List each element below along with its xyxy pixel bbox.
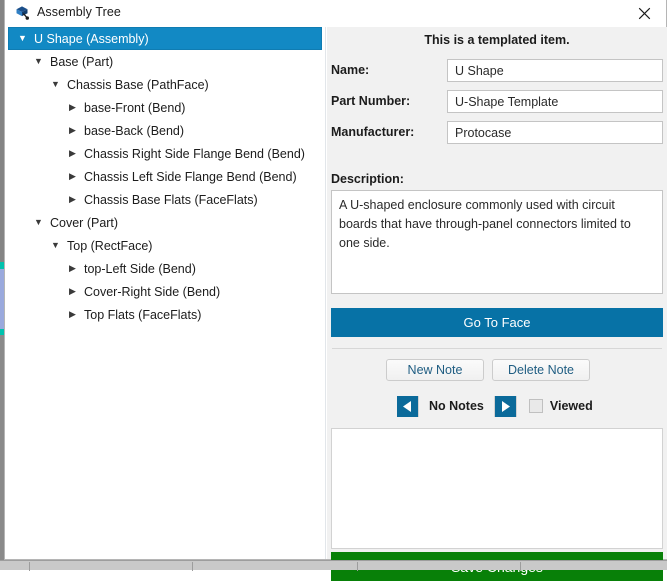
detail-panel: This is a templated item. Name: Part Num… xyxy=(327,27,667,581)
tree-item-label: Base (Part) xyxy=(50,54,114,69)
tree-item-label: Chassis Base Flats (FaceFlats) xyxy=(84,192,258,207)
manufacturer-field-row: Manufacturer: xyxy=(331,121,663,144)
tree-item-label: Chassis Right Side Flange Bend (Bend) xyxy=(84,146,305,161)
close-icon[interactable] xyxy=(622,0,666,27)
notes-section-divider xyxy=(332,348,662,349)
part-number-label: Part Number: xyxy=(331,94,411,108)
viewed-checkbox-group[interactable]: Viewed xyxy=(517,399,593,413)
note-text-area[interactable] xyxy=(331,428,663,549)
viewed-label: Viewed xyxy=(549,399,593,413)
assembly-tree-list[interactable]: ▼ U Shape (Assembly) ▼ Base (Part) ▼ Chassis … xyxy=(6,27,326,559)
viewed-checkbox[interactable] xyxy=(528,399,543,413)
tree-item[interactable]: ▶ base-Front (Bend) xyxy=(6,96,325,119)
note-count-label: No Notes xyxy=(429,399,484,413)
tree-item-label: U Shape (Assembly) xyxy=(34,31,149,46)
window-title: Assembly Tree xyxy=(37,5,121,19)
chevron-right-icon[interactable]: ▶ xyxy=(66,172,79,181)
part-number-input[interactable] xyxy=(447,90,663,113)
manufacturer-label: Manufacturer: xyxy=(331,125,415,139)
delete-note-button[interactable]: Delete Note xyxy=(492,359,590,381)
tree-item-label: Top (RectFace) xyxy=(67,238,153,253)
go-to-face-button[interactable]: Go To Face xyxy=(331,308,663,337)
chevron-right-icon[interactable]: ▶ xyxy=(66,287,79,296)
tree-item[interactable]: ▶ Chassis Left Side Flange Bend (Bend) xyxy=(6,165,325,188)
tree-item-label: base-Front (Bend) xyxy=(84,100,186,115)
tree-item-label: Top Flats (FaceFlats) xyxy=(84,307,202,322)
chevron-right-icon[interactable]: ▶ xyxy=(66,149,79,158)
chevron-down-icon[interactable]: ▼ xyxy=(49,241,62,250)
tree-item[interactable]: ▶ Top Flats (FaceFlats) xyxy=(6,303,325,326)
chevron-down-icon[interactable]: ▼ xyxy=(49,80,62,89)
tree-item-label: base-Back (Bend) xyxy=(84,123,185,138)
chevron-right-icon[interactable]: ▶ xyxy=(66,126,79,135)
tree-item-label: top-Left Side (Bend) xyxy=(84,261,196,276)
chevron-right-icon[interactable]: ▶ xyxy=(66,195,79,204)
assembly-tree-window: Assembly Tree ▼ U Shape (Assembly) ▼ Base (… xyxy=(4,0,667,581)
tree-item[interactable]: ▼ Chassis Base (PathFace) xyxy=(6,73,325,96)
note-navigation: No Notes Viewed xyxy=(397,395,593,417)
tree-item[interactable]: ▼ Top (RectFace) xyxy=(6,234,325,257)
chevron-down-icon[interactable]: ▼ xyxy=(16,34,29,43)
description-label: Description: xyxy=(331,172,404,186)
tree-item[interactable]: ▼ Cover (Part) xyxy=(6,211,325,234)
right-arrow-icon[interactable] xyxy=(494,395,516,417)
tree-item[interactable]: ▼ U Shape (Assembly) xyxy=(8,27,322,50)
chevron-down-icon[interactable]: ▼ xyxy=(32,218,45,227)
new-note-button[interactable]: New Note xyxy=(386,359,484,381)
chevron-down-icon[interactable]: ▼ xyxy=(32,57,45,66)
part-number-field-row: Part Number: xyxy=(331,90,663,113)
name-field-row: Name: xyxy=(331,59,663,82)
manufacturer-input[interactable] xyxy=(447,121,663,144)
name-label: Name: xyxy=(331,63,370,77)
tree-item-label: Chassis Base (PathFace) xyxy=(67,77,209,92)
tree-item-label: Cover (Part) xyxy=(50,215,119,230)
chevron-right-icon[interactable]: ▶ xyxy=(66,264,79,273)
assembly-tree-icon xyxy=(14,5,31,22)
name-input[interactable] xyxy=(447,59,663,82)
description-textarea[interactable] xyxy=(331,190,663,294)
tree-item[interactable]: ▶ top-Left Side (Bend) xyxy=(6,257,325,280)
tree-item[interactable]: ▶ Chassis Right Side Flange Bend (Bend) xyxy=(6,142,325,165)
chevron-right-icon[interactable]: ▶ xyxy=(66,310,79,319)
templated-item-heading: This is a templated item. xyxy=(424,33,570,47)
tree-item[interactable]: ▶ Cover-Right Side (Bend) xyxy=(6,280,325,303)
left-arrow-icon[interactable] xyxy=(397,395,418,417)
tree-item-label: Cover-Right Side (Bend) xyxy=(84,284,221,299)
status-bar xyxy=(0,560,667,571)
title-bar: Assembly Tree xyxy=(5,0,666,27)
tree-item[interactable]: ▼ Base (Part) xyxy=(6,50,325,73)
tree-item[interactable]: ▶ Chassis Base Flats (FaceFlats) xyxy=(6,188,325,211)
tree-item[interactable]: ▶ base-Back (Bend) xyxy=(6,119,325,142)
tree-item-label: Chassis Left Side Flange Bend (Bend) xyxy=(84,169,297,184)
chevron-right-icon[interactable]: ▶ xyxy=(66,103,79,112)
